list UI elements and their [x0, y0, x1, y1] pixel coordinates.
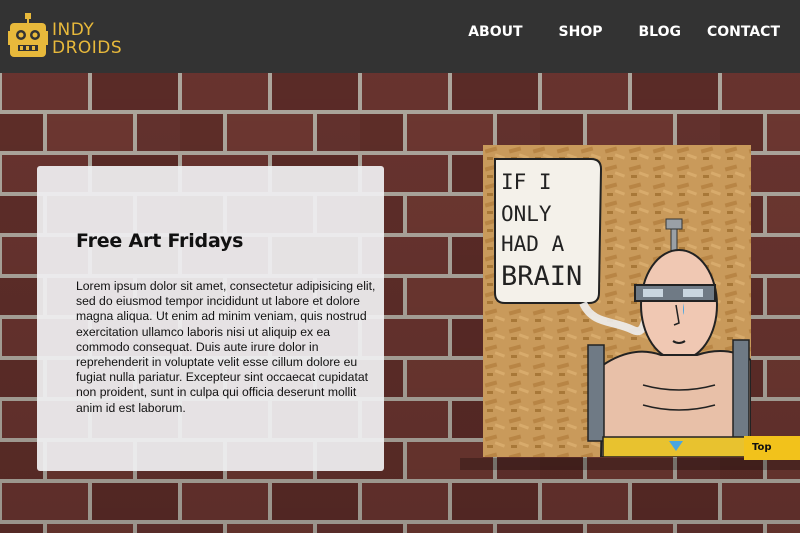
- speech-line-4: BRAIN: [501, 261, 582, 292]
- feature-panel: Free Art Fridays Lorem ipsum dolor sit a…: [37, 166, 384, 471]
- nav-blog[interactable]: BLOG: [638, 24, 681, 40]
- site-logo[interactable]: INDY DROIDS: [8, 13, 122, 61]
- robot-logo-icon: [8, 13, 48, 57]
- nav-contact[interactable]: CONTACT: [707, 24, 780, 40]
- nav-shop[interactable]: SHOP: [559, 24, 603, 40]
- speech-line-1: IF I: [501, 170, 552, 194]
- feature-title: Free Art Fridays: [76, 230, 244, 252]
- brand-line1: INDY: [52, 20, 95, 40]
- brand-name: INDY DROIDS: [52, 21, 122, 57]
- speech-line-3: HAD A: [501, 232, 565, 256]
- main-nav: ABOUT SHOP BLOG CONTACT: [468, 24, 780, 40]
- brand-line2: DROIDS: [52, 38, 123, 58]
- artwork-image: IF I ONLY HAD A BRAIN: [483, 145, 751, 457]
- site-header: INDY DROIDS ABOUT SHOP BLOG CONTACT: [0, 0, 800, 73]
- scroll-top-button[interactable]: Top: [744, 436, 800, 460]
- nav-about[interactable]: ABOUT: [468, 24, 522, 40]
- speech-line-2: ONLY: [501, 202, 552, 226]
- feature-body: Lorem ipsum dolor sit amet, consectetur …: [76, 279, 376, 415]
